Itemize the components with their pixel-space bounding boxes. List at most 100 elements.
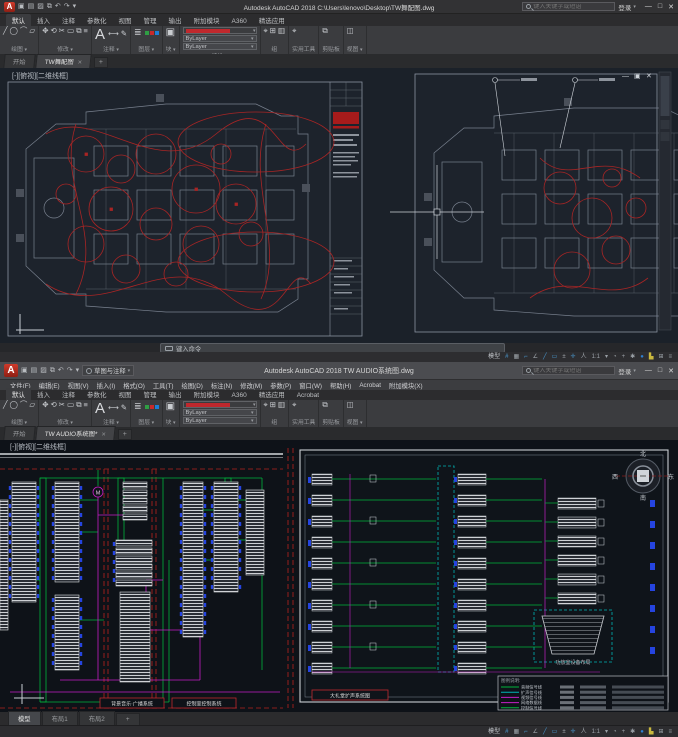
measure-icon[interactable]: ⌖: [292, 401, 296, 409]
file-tab-document[interactable]: TW舞配图✕: [35, 54, 92, 68]
modify-tool-icon[interactable]: ⧉: [76, 401, 81, 409]
status-toggle-icon[interactable]: #: [505, 729, 508, 735]
modify-tool-icon[interactable]: ✥: [42, 27, 48, 35]
insert-block-icon[interactable]: ▣: [166, 401, 175, 412]
ribbon-tab[interactable]: A360: [226, 17, 253, 26]
modify-tool-icon[interactable]: ▭: [67, 27, 74, 35]
status-toggle-icon[interactable]: ≡: [668, 354, 672, 360]
ribbon-tab[interactable]: 附加模块: [188, 388, 226, 400]
qat-icon[interactable]: ⧉: [47, 3, 52, 10]
draw-tool-icon[interactable]: ⌒: [20, 401, 28, 409]
status-toggle-icon[interactable]: ±: [562, 354, 565, 360]
draw-tool-icon[interactable]: ▱: [29, 27, 35, 35]
status-toggle-icon[interactable]: ●: [640, 354, 644, 360]
status-toggle-icon[interactable]: ◔: [613, 354, 617, 360]
text-tool-icon[interactable]: A: [95, 27, 105, 42]
view-icon[interactable]: ◫: [347, 27, 354, 35]
autocad-logo[interactable]: A: [4, 364, 18, 377]
qat-icon[interactable]: ▨: [40, 367, 47, 374]
linetype-select[interactable]: ByLayer▾: [183, 409, 257, 416]
annotate-tool-icon[interactable]: ✎: [121, 404, 127, 412]
qat-icon[interactable]: ▣: [18, 3, 25, 10]
window-control-button[interactable]: ✕: [668, 367, 674, 375]
status-toggle-icon[interactable]: ∠: [533, 354, 538, 360]
layout-tab[interactable]: +: [116, 713, 140, 725]
draw-tool-icon[interactable]: ◯: [10, 401, 18, 409]
status-toggle-icon[interactable]: ✛: [571, 729, 576, 735]
status-toggle-icon[interactable]: 模型: [488, 354, 500, 360]
menu-item[interactable]: 帮助(H): [326, 381, 355, 390]
ribbon-tab[interactable]: 精选应用: [253, 388, 291, 400]
window-controls[interactable]: —□✕: [645, 367, 674, 375]
status-toggle-icon[interactable]: ◔: [613, 729, 617, 735]
annotate-tool-icon[interactable]: ⟷: [108, 404, 119, 412]
qat-icon[interactable]: ▨: [37, 3, 44, 10]
new-tab-button[interactable]: +: [94, 57, 108, 68]
autocad-logo[interactable]: A: [4, 2, 15, 12]
modify-tool-icon[interactable]: ≡: [84, 401, 88, 409]
window-control-button[interactable]: ✕: [668, 3, 674, 11]
draw-tool-icon[interactable]: ╱: [3, 27, 8, 35]
signin-menu[interactable]: 登录 ▾: [618, 2, 636, 12]
status-toggle-icon[interactable]: ●: [640, 729, 644, 735]
signin-label[interactable]: 登录: [618, 366, 631, 376]
ribbon-tab[interactable]: 插入: [31, 388, 56, 400]
status-toggle-icon[interactable]: ∠: [533, 729, 538, 735]
status-toggle-icon[interactable]: ⊞: [658, 729, 663, 735]
signin-label[interactable]: 登录: [618, 2, 631, 12]
utility-tool-icon[interactable]: ⊞: [270, 27, 276, 35]
modify-tool-icon[interactable]: ✥: [42, 401, 48, 409]
file-tab-document[interactable]: TW AUDIO系统图*✕: [35, 426, 116, 440]
draw-tool-icon[interactable]: ⌒: [20, 27, 28, 35]
status-toggle-icon[interactable]: +: [622, 729, 626, 735]
ribbon-tab[interactable]: Acrobat: [291, 391, 325, 400]
utility-tool-icon[interactable]: ⌖: [264, 401, 268, 409]
modify-tool-icon[interactable]: ▭: [67, 401, 74, 409]
ribbon-tab[interactable]: 视图: [113, 388, 138, 400]
status-toggle-icon[interactable]: ▭: [552, 729, 558, 735]
window-controls[interactable]: —□✕: [645, 3, 674, 11]
status-toggle-icon[interactable]: ✱: [630, 729, 635, 735]
layout-tab[interactable]: 布局2: [79, 711, 115, 725]
close-icon[interactable]: ✕: [101, 432, 106, 438]
linetype-select[interactable]: ByLayer▾: [183, 35, 257, 42]
paste-icon[interactable]: ⧉: [322, 401, 327, 409]
ribbon-tab[interactable]: 管理: [138, 388, 163, 400]
menu-item[interactable]: 附加模块(X): [385, 381, 427, 390]
status-toggle-icon[interactable]: ⌐: [524, 354, 528, 360]
insert-block-icon[interactable]: ▣: [166, 27, 175, 38]
draw-tool-icon[interactable]: ◯: [10, 27, 18, 35]
qat-icon[interactable]: ▣: [21, 367, 28, 374]
ribbon-tab[interactable]: 参数化: [81, 388, 113, 400]
status-toggle-icon[interactable]: ▭: [552, 354, 558, 360]
modify-tool-icon[interactable]: ✂: [59, 401, 65, 409]
ribbon-tab[interactable]: 视图: [113, 14, 138, 26]
color-swatch-select[interactable]: ▾: [183, 401, 257, 408]
lineweight-select[interactable]: ByLayer▾: [183, 417, 257, 424]
status-toggle-icon[interactable]: ╱: [543, 729, 547, 735]
file-tab-start[interactable]: 开始: [3, 426, 35, 440]
status-toggle-icon[interactable]: ±: [562, 729, 565, 735]
status-toggle-icon[interactable]: ✛: [571, 354, 576, 360]
ribbon-tab[interactable]: 管理: [138, 14, 163, 26]
ribbon-tabs-bottom[interactable]: 默认插入注释参数化视图管理输出附加模块A360精选应用Acrobat: [0, 390, 678, 400]
view-icon[interactable]: ◫: [347, 401, 354, 409]
viewport-window-controls[interactable]: — ▣ ✕: [622, 73, 652, 80]
status-toggle-icon[interactable]: ▙: [649, 729, 654, 735]
qat-icon[interactable]: ↷: [67, 367, 73, 374]
layer-properties-icon[interactable]: ≣: [134, 27, 142, 38]
layout-tab[interactable]: 布局1: [42, 711, 78, 725]
window-control-button[interactable]: □: [658, 3, 662, 11]
qat-icon[interactable]: ▤: [28, 3, 35, 10]
status-toggle-icon[interactable]: #: [505, 354, 508, 360]
status-toggle-icon[interactable]: ▾: [605, 354, 608, 360]
draw-tool-icon[interactable]: ╱: [3, 401, 8, 409]
status-toggle-icon[interactable]: ▦: [513, 729, 519, 735]
ribbon-tab[interactable]: 注释: [56, 14, 81, 26]
qat-icon[interactable]: ⧉: [50, 367, 55, 374]
qat-icon[interactable]: ↶: [55, 3, 61, 10]
quick-access-toolbar[interactable]: ▣▤▨⧉↶↷▾: [21, 367, 79, 374]
utility-tool-icon[interactable]: ▥: [278, 401, 285, 409]
ribbon-tab[interactable]: 默认: [6, 14, 31, 26]
close-icon[interactable]: ✕: [77, 60, 82, 66]
